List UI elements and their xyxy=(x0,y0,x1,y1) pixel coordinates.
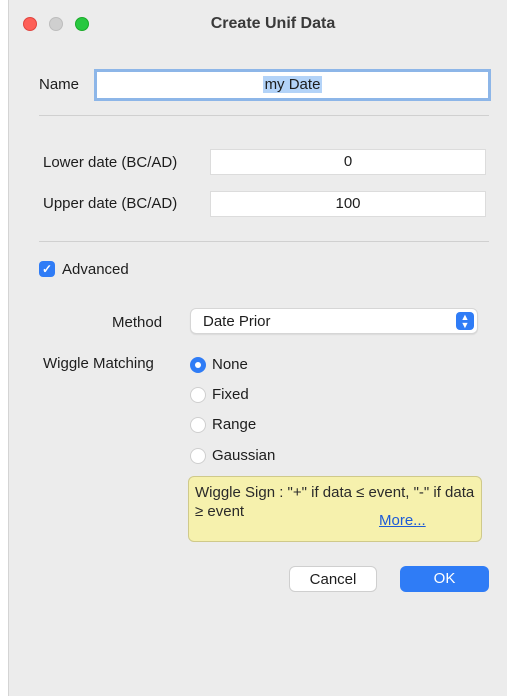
lower-date-label: Lower date (BC/AD) xyxy=(43,154,178,171)
radio-fixed-label[interactable]: Fixed xyxy=(212,386,249,403)
advanced-label[interactable]: Advanced xyxy=(62,261,129,278)
method-label: Method xyxy=(112,314,163,331)
upper-date-label: Upper date (BC/AD) xyxy=(43,195,178,212)
advanced-checkbox[interactable]: ✓ xyxy=(39,261,55,277)
radio-gaussian-label[interactable]: Gaussian xyxy=(212,447,275,464)
radio-none[interactable] xyxy=(190,357,206,373)
chevron-up-down-icon: ▲ ▼ xyxy=(456,312,474,330)
method-select-value: Date Prior xyxy=(203,313,271,330)
title-bar: Create Unif Data xyxy=(9,0,507,48)
cancel-button[interactable]: Cancel xyxy=(289,566,377,592)
separator-1 xyxy=(39,115,489,116)
window-title: Create Unif Data xyxy=(210,15,336,32)
name-label: Name xyxy=(39,76,80,93)
wiggle-matching-label: Wiggle Matching xyxy=(43,355,154,372)
upper-date-field[interactable]: 100 xyxy=(210,191,486,217)
name-field-value: my Date xyxy=(262,76,323,93)
radio-range[interactable] xyxy=(190,417,206,433)
method-select[interactable]: Date Prior ▲ ▼ xyxy=(190,308,478,334)
separator-2 xyxy=(39,241,489,242)
radio-none-label[interactable]: None xyxy=(212,356,248,373)
ok-button[interactable]: OK xyxy=(400,566,489,592)
radio-gaussian[interactable] xyxy=(190,448,206,464)
more-link[interactable]: More... xyxy=(379,512,426,529)
wiggle-sign-note: Wiggle Sign : "+" if data ≤ event, "-" i… xyxy=(188,476,482,542)
create-unif-data-dialog: Create Unif Data Name my Date Lower date… xyxy=(8,0,507,696)
radio-range-label[interactable]: Range xyxy=(212,416,256,433)
wiggle-sign-text: Wiggle Sign : "+" if data ≤ event, "-" i… xyxy=(195,484,475,520)
radio-fixed[interactable] xyxy=(190,387,206,403)
lower-date-field[interactable]: 0 xyxy=(210,149,486,175)
checkmark-icon: ✓ xyxy=(41,262,53,276)
name-field[interactable]: my Date xyxy=(94,69,491,101)
